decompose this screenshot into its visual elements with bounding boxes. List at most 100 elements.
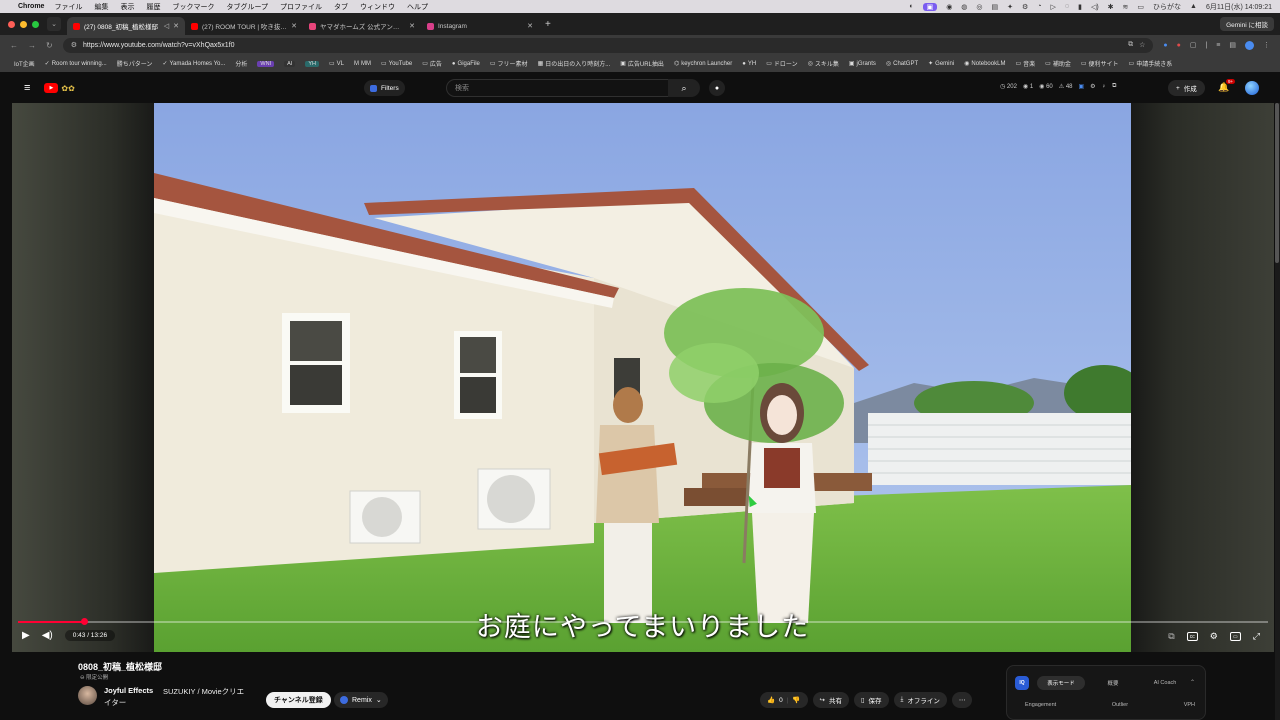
gemini-button[interactable]: Gemini に相談 — [1220, 17, 1274, 31]
menu-profiles[interactable]: プロファイル — [280, 2, 322, 12]
create-button[interactable]: + 作成 — [1168, 80, 1205, 96]
kebab-menu-icon[interactable]: ⋮ — [1263, 41, 1270, 49]
minimize-window-button[interactable] — [20, 20, 27, 28]
bookmark-item[interactable]: ▭ ドローン — [766, 59, 797, 68]
reload-icon[interactable]: ↻ — [46, 41, 53, 50]
bookmark-item[interactable]: ▭ 広告 — [422, 59, 442, 68]
search-button[interactable]: ⌕ — [668, 79, 700, 97]
close-window-button[interactable] — [8, 20, 15, 28]
bookmark-item[interactable]: ▦ 日の出日の入り時刻方... — [538, 59, 611, 68]
save-button[interactable]: ▯ 保存 — [853, 692, 889, 708]
status-icon[interactable]: ◎ — [976, 3, 982, 11]
youtube-doodle-logo[interactable]: ✿✿ — [61, 84, 74, 93]
extension-screenshot-icon[interactable]: ⧉ — [1168, 631, 1174, 642]
menu-view[interactable]: 表示 — [120, 2, 134, 12]
volume-icon[interactable]: ◀) — [42, 630, 53, 641]
bookmark-item[interactable]: ✓ Yamada Homes Yo... — [162, 60, 225, 68]
close-tab-icon[interactable]: ✕ — [527, 22, 533, 30]
bookmark-item[interactable]: ▭ 便利サイト — [1081, 59, 1119, 68]
bookmark-item[interactable]: ⌬ keychron Launcher — [674, 60, 732, 68]
menu-tab[interactable]: タブ — [334, 2, 348, 12]
menu-window[interactable]: ウィンドウ — [360, 2, 395, 12]
menu-history[interactable]: 履歴 — [146, 2, 160, 12]
tab-video-draft[interactable]: (27) 0808_初稿_植松様邸 ◁ ✕ — [67, 17, 185, 35]
youtube-logo-icon[interactable]: ▶ — [44, 83, 59, 93]
status-icon[interactable]: ◉ — [946, 3, 952, 11]
fullscreen-icon[interactable]: ⤢ — [1253, 631, 1260, 642]
channel-avatar[interactable] — [78, 686, 97, 705]
status-icon[interactable]: ◌ — [1065, 3, 1069, 10]
video-frame[interactable]: お庭にやってまいりました — [154, 103, 1131, 652]
extension-icon[interactable]: ● — [1177, 42, 1181, 49]
battery-icon[interactable]: ▮ — [1078, 3, 1082, 11]
page-scrollbar[interactable] — [1275, 103, 1280, 720]
profile-avatar[interactable] — [1245, 40, 1254, 50]
menu-file[interactable]: ファイル — [54, 2, 82, 12]
stat-4[interactable]: ⚠ 48 — [1059, 83, 1073, 90]
search-input[interactable]: 検索 — [446, 79, 672, 97]
tab-display-mode[interactable]: 表示モード — [1037, 676, 1085, 690]
subtitles-icon[interactable]: cc — [1186, 632, 1198, 641]
stat-2[interactable]: ◉ 1 — [1023, 83, 1033, 90]
account-avatar[interactable] — [1245, 81, 1259, 95]
bookmark-item[interactable]: ▭ フリー素材 — [490, 59, 528, 68]
tab-yamada-homes[interactable]: ヤマダホームズ 公式アンバサダー ✕ — [303, 17, 421, 35]
scrollbar-thumb[interactable] — [1275, 103, 1279, 263]
tab-instagram[interactable]: Instagram ✕ — [421, 17, 539, 35]
user-icon[interactable]: ▲ — [1190, 3, 1197, 10]
close-tab-icon[interactable]: ✕ — [173, 22, 179, 30]
tab-room-tour[interactable]: (27) ROOM TOUR | 吹き抜けの ✕ — [185, 17, 303, 35]
bluetooth-icon[interactable]: ✱ — [1108, 3, 1114, 11]
bookmark-item[interactable]: ▣ 広告URL抽出 — [620, 59, 664, 68]
menu-edit[interactable]: 編集 — [94, 2, 108, 12]
url-input[interactable]: ⚙ https://www.youtube.com/watch?v=vXhQax… — [62, 37, 1154, 53]
bookmark-item[interactable]: ✓ Room tour winning... — [45, 60, 107, 68]
bookmark-item[interactable]: ▭ 申請手続き系 — [1129, 59, 1173, 68]
menu-tabgroups[interactable]: タブグループ — [226, 2, 268, 12]
miniplayer-icon[interactable]: ▭ — [1229, 632, 1241, 641]
channel-name[interactable]: Joyful Effects — [104, 686, 153, 695]
bookmark-item[interactable]: M MM — [354, 61, 371, 67]
hamburger-menu-icon[interactable]: ≡ — [24, 82, 30, 94]
extension-icon[interactable]: ≡ — [1216, 42, 1220, 49]
play-icon[interactable]: ▷ — [1051, 3, 1056, 11]
more-actions-button[interactable]: ⋯ — [951, 692, 973, 708]
tab-overview[interactable]: 概要 — [1089, 676, 1137, 690]
bookmark-item[interactable]: 勝ちパターン — [117, 59, 153, 68]
bookmark-item[interactable]: ● YH — [742, 61, 756, 67]
bookmark-item[interactable]: ▣ jGrants — [849, 60, 876, 68]
bookmark-item[interactable]: ▭ VL — [329, 60, 344, 68]
site-info-icon[interactable]: ⚙ — [71, 41, 77, 49]
bookmark-item[interactable]: ▭ 補助金 — [1045, 59, 1071, 68]
speaker-icon[interactable]: ◁ — [164, 22, 169, 30]
status-icon[interactable]: ▤ — [992, 3, 999, 11]
menu-bookmarks[interactable]: ブックマーク — [172, 2, 214, 12]
close-tab-icon[interactable]: ✕ — [409, 22, 415, 30]
bookmark-item[interactable]: YH — [305, 60, 319, 67]
filters-button[interactable]: Filters — [364, 80, 405, 96]
extensions-puzzle-icon[interactable]: ▢ — [1190, 41, 1197, 49]
progress-scrubber-handle[interactable] — [81, 618, 89, 625]
collapse-chevron-icon[interactable]: ⌃ — [1190, 679, 1195, 686]
close-tab-icon[interactable]: ✕ — [291, 22, 297, 30]
bookmark-item[interactable]: AI — [284, 60, 296, 67]
settings-gear-icon[interactable]: ⚙ — [1210, 631, 1218, 642]
new-tab-icon[interactable]: + — [545, 19, 551, 30]
extension-icon[interactable]: ▣ — [1079, 83, 1085, 90]
gear-icon[interactable]: ⚙ — [1022, 3, 1028, 11]
share-button[interactable]: ↪ 共有 — [812, 692, 849, 708]
bookmark-item[interactable]: ◎ ChatGPT — [886, 60, 918, 68]
stat-3[interactable]: ◉ 60 — [1039, 83, 1053, 90]
sidepanel-icon[interactable]: ▤ — [1229, 41, 1236, 49]
tab-ai-coach[interactable]: AI Coach — [1141, 676, 1189, 690]
status-icon[interactable]: ◐ — [909, 3, 913, 10]
wifi-icon[interactable]: ≋ — [1123, 3, 1129, 11]
status-icon[interactable]: ✦ — [1007, 3, 1013, 11]
forward-icon[interactable]: → — [28, 41, 36, 50]
like-button[interactable]: 👍 0 | 👎 — [760, 692, 808, 708]
input-mode[interactable]: ひらがな — [1153, 2, 1181, 12]
subscribe-button[interactable]: チャンネル登録 — [266, 692, 331, 708]
menubar-app-name[interactable]: Chrome — [18, 3, 44, 10]
maximize-window-button[interactable] — [32, 20, 39, 28]
control-center-icon[interactable]: ▭ — [1137, 3, 1144, 11]
